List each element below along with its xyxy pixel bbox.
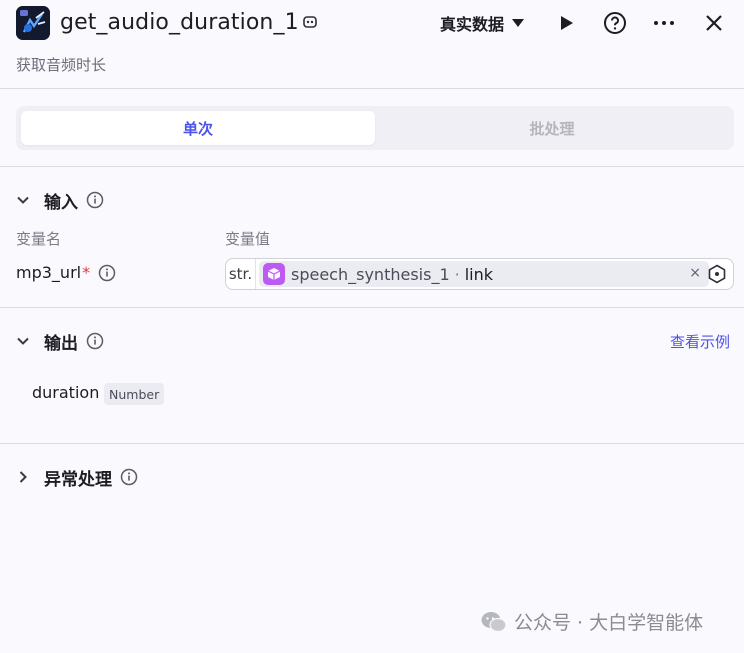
- divider: [0, 88, 744, 89]
- node-description: 获取音频时长: [16, 56, 107, 74]
- type-tag: str.: [226, 259, 256, 289]
- input-section-header: 输入: [16, 186, 104, 214]
- node-header: get_audio_duration_1 真实数据 获取音频时长: [0, 0, 744, 88]
- close-button[interactable]: [701, 10, 727, 36]
- variable-name-text: mp3_url: [16, 263, 82, 282]
- input-variable-name: mp3_url *: [16, 263, 116, 282]
- output-type-badge: Number: [104, 383, 165, 405]
- view-example-link[interactable]: 查看示例: [670, 331, 730, 352]
- exception-section-title: 异常处理: [44, 469, 112, 490]
- play-icon: [561, 16, 573, 30]
- help-button[interactable]: [602, 10, 628, 36]
- reference-separator: ·: [454, 264, 460, 284]
- clear-icon[interactable]: ×: [689, 265, 701, 281]
- output-section-header: 输出: [16, 327, 104, 355]
- node-reference-icon: [263, 263, 285, 285]
- tab-single[interactable]: 单次: [21, 111, 375, 145]
- variable-reference-chip[interactable]: speech_synthesis_1 · link ×: [259, 261, 709, 287]
- node-app-icon: [16, 6, 50, 40]
- data-mode-label: 真实数据: [440, 15, 505, 34]
- close-icon: [706, 15, 722, 31]
- reference-node-name: speech_synthesis_1: [291, 264, 450, 284]
- divider: [0, 307, 744, 308]
- info-icon[interactable]: [86, 332, 104, 350]
- data-mode-select[interactable]: 真实数据: [440, 10, 525, 36]
- caret-down-icon: [512, 19, 525, 27]
- info-icon[interactable]: [98, 264, 116, 282]
- output-field-name: duration: [32, 383, 100, 402]
- input-section-title: 输入: [44, 192, 78, 213]
- run-mode-tabs: 单次 批处理: [16, 106, 734, 150]
- info-icon[interactable]: [120, 468, 138, 486]
- help-icon: [604, 12, 626, 34]
- watermark: 公众号 · 大白学智能体: [480, 608, 703, 635]
- output-section-title: 输出: [44, 333, 78, 354]
- wechat-icon: [481, 611, 507, 632]
- run-button[interactable]: [553, 10, 579, 36]
- chevron-right-icon[interactable]: [16, 470, 30, 484]
- required-mark: *: [82, 263, 91, 282]
- column-label-value: 变量值: [225, 230, 271, 248]
- reference-field-name: link: [464, 264, 494, 284]
- exception-section-header[interactable]: 异常处理: [16, 463, 138, 491]
- divider: [0, 166, 744, 167]
- divider: [0, 443, 744, 444]
- variable-value-input[interactable]: str. speech_synthesis_1 · link ×: [225, 258, 734, 290]
- more-button[interactable]: [651, 10, 677, 36]
- info-icon[interactable]: [86, 191, 104, 209]
- edit-icon[interactable]: [302, 14, 318, 30]
- variable-picker-icon[interactable]: [707, 264, 727, 284]
- node-title[interactable]: get_audio_duration_1: [60, 6, 299, 40]
- chevron-down-icon[interactable]: [16, 193, 30, 207]
- tab-batch[interactable]: 批处理: [375, 111, 729, 145]
- more-icon: [654, 21, 674, 25]
- watermark-text: 公众号 · 大白学智能体: [514, 612, 704, 634]
- reference-text: speech_synthesis_1 · link: [291, 265, 493, 284]
- column-label-name: 变量名: [16, 230, 62, 248]
- chevron-down-icon[interactable]: [16, 334, 30, 348]
